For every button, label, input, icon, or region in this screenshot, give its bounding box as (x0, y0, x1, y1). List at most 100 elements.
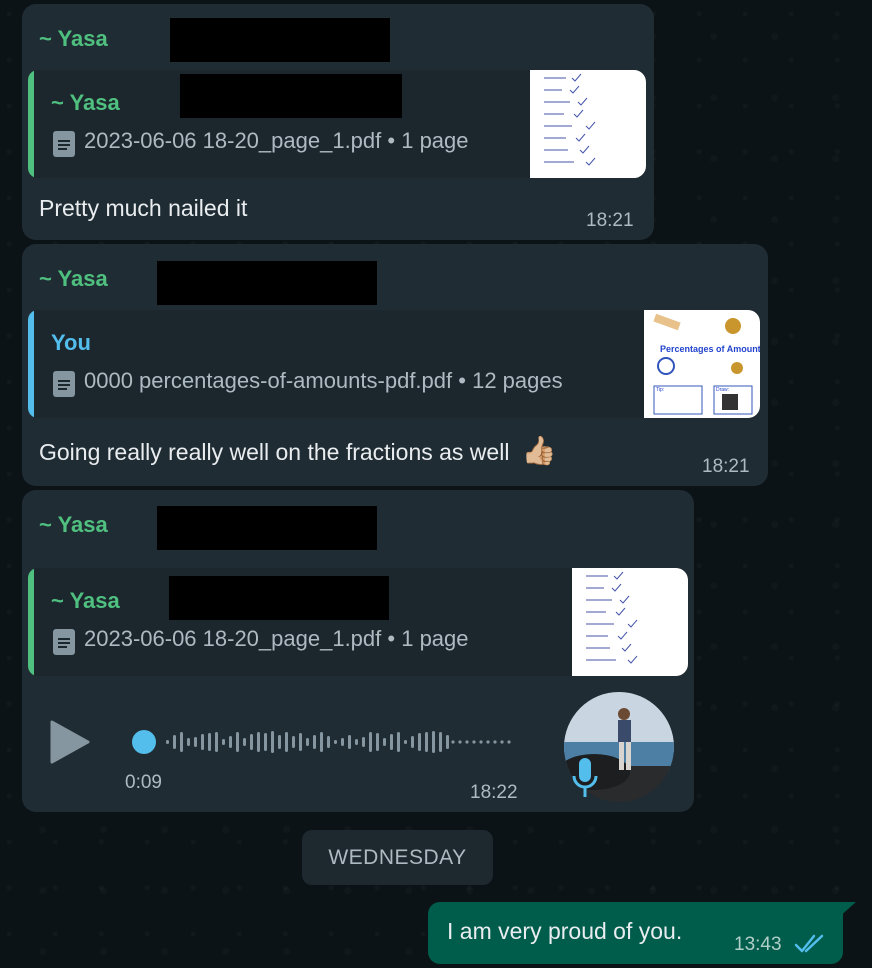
file-meta: 1 page (401, 128, 469, 153)
message-time: 18:22 (470, 782, 518, 803)
mic-icon (572, 758, 598, 797)
waveform-bar (313, 735, 316, 749)
quote-accent-bar (28, 70, 34, 178)
outgoing-message-time: 13:43 (734, 934, 782, 955)
waveform-bar (187, 738, 190, 746)
voice-waveform[interactable] (130, 724, 520, 760)
waveform-bar (257, 732, 260, 752)
thumbs-up-emoji: 👍🏼 (521, 435, 557, 466)
doc-icon (53, 629, 75, 655)
waveform-bar (404, 740, 407, 744)
thumb-title: Percentages of Amounts (660, 344, 760, 354)
waveform-bar (264, 733, 267, 751)
waveform-bar (285, 732, 288, 752)
waveform-bar (208, 733, 211, 751)
document-thumbnail[interactable] (572, 568, 688, 676)
message-bubble[interactable]: ~ Yasa ~ Yasa 2023-06-06 18-20_page_1.pd… (22, 490, 694, 812)
redacted-phone (157, 506, 377, 550)
play-icon[interactable] (50, 720, 90, 764)
waveform-dot (507, 740, 511, 744)
waveform-bar (355, 739, 358, 745)
doc-icon (53, 371, 75, 397)
waveform-dot (493, 740, 497, 744)
waveform-bar (278, 735, 281, 749)
waveform-dot (486, 740, 490, 744)
waveform-bar (348, 735, 351, 749)
file-meta-dot: • (458, 368, 473, 393)
voice-duration: 0:09 (125, 772, 162, 793)
file-meta-dot: • (387, 128, 402, 153)
quote-sender: ~ Yasa (51, 90, 120, 115)
outgoing-message-text: I am very proud of you. (447, 918, 683, 944)
waveform-bar (173, 735, 176, 749)
waveform-bar (446, 735, 449, 749)
waveform-bar (292, 736, 295, 748)
waveform-bar (390, 734, 393, 750)
file-line: 2023-06-06 18-20_page_1.pdf • 1 page (84, 128, 469, 154)
waveform-dot (465, 740, 469, 744)
quoted-document[interactable]: ~ Yasa 2023-06-06 18-20_page_1.pdf • 1 p… (28, 568, 688, 676)
waveform-bar (432, 731, 435, 753)
file-meta: 12 pages (472, 368, 563, 393)
quote-accent-bar (28, 310, 34, 418)
redacted-phone (157, 261, 377, 305)
waveform-bar (250, 734, 253, 750)
waveform-bar (383, 738, 386, 746)
waveform-dot (500, 740, 504, 744)
thumb-draw-label: Draw: (716, 387, 730, 393)
quoted-document[interactable]: ~ Yasa 2023-06-06 18-20_page_1.pdf • 1 p… (28, 70, 646, 178)
sender-name: ~ Yasa (39, 266, 108, 291)
waveform-bar (369, 732, 372, 752)
quote-sender: ~ Yasa (51, 588, 120, 613)
waveform-bar (425, 732, 428, 752)
waveform-dot (451, 740, 455, 744)
waveform-bar (334, 740, 337, 744)
document-thumbnail[interactable]: Percentages of Amounts Tip: Draw: (644, 310, 760, 418)
redacted-phone (169, 576, 389, 620)
handwritten-worksheet-image (586, 571, 638, 664)
sender-name: ~ Yasa (39, 26, 108, 51)
file-name: 2023-06-06 18-20_page_1.pdf (84, 128, 382, 153)
sender-name: ~ Yasa (39, 512, 108, 537)
thumb-tip-label: Tip: (656, 387, 665, 393)
quoted-document[interactable]: You 0000 percentages-of-amounts-pdf.pdf … (28, 310, 760, 418)
message-bubble[interactable]: ~ Yasa You 0000 percentages-of-amounts-p… (22, 244, 768, 486)
double-check-icon (794, 934, 824, 953)
waveform-bar (327, 736, 330, 748)
message-time: 18:21 (586, 210, 634, 231)
waveform-bar (271, 731, 274, 753)
waveform-bar (411, 736, 414, 748)
waveform-bar (236, 732, 239, 752)
redacted-phone (180, 74, 402, 118)
waveform-progress-dot[interactable] (132, 730, 156, 754)
waveform-bar (194, 737, 197, 747)
message-text-body: Going really really well on the fraction… (39, 439, 510, 465)
file-line: 2023-06-06 18-20_page_1.pdf • 1 page (84, 626, 469, 652)
waveform-bar (418, 733, 421, 751)
worksheet-thumbnail-image (653, 313, 753, 415)
file-meta: 1 page (401, 626, 469, 651)
waveform-bar (306, 738, 309, 746)
doc-icon (53, 131, 75, 157)
waveform-bar (180, 732, 183, 752)
waveform-bar (299, 733, 302, 751)
waveform-bar (229, 736, 232, 748)
document-thumbnail[interactable] (530, 70, 646, 178)
file-name: 0000 percentages-of-amounts-pdf.pdf (84, 368, 453, 393)
waveform-bar (166, 740, 169, 744)
file-meta-dot: • (387, 626, 402, 651)
quote-accent-bar (28, 568, 34, 676)
waveform-dot (458, 740, 462, 744)
message-bubble[interactable]: ~ Yasa ~ Yasa 2023-06-06 18-20_page_1.pd… (22, 4, 654, 240)
message-time: 18:21 (702, 456, 750, 477)
quote-sender: You (51, 330, 91, 355)
waveform-bar (397, 732, 400, 752)
waveform-dot (479, 740, 483, 744)
waveform-bar (201, 734, 204, 750)
waveform-bar (320, 732, 323, 752)
outgoing-message-bubble[interactable]: I am very proud of you. 13:43 (428, 902, 843, 964)
waveform-bar (362, 737, 365, 747)
handwritten-worksheet-image (544, 73, 596, 166)
waveform-bar (341, 738, 344, 746)
redacted-phone (170, 18, 390, 62)
